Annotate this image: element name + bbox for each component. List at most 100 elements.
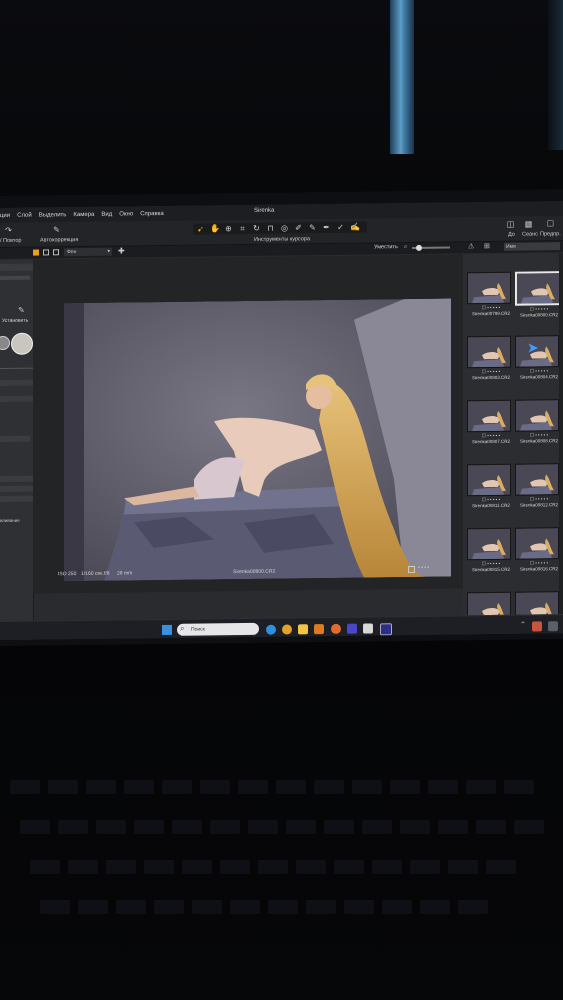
menu-item-layer[interactable]: Слой (17, 212, 32, 218)
browser-thumbnail-item[interactable]: ☐ • • • • • Sirenka00808.CR2 (515, 399, 563, 444)
browser-thumbnail-item[interactable]: ☐ • • • • • Sirenka00800.CR2 (515, 271, 563, 318)
thumbnail-image[interactable] (467, 399, 511, 433)
taskbar-search-input[interactable]: Поиск (177, 622, 259, 636)
capture-one-icon[interactable] (331, 623, 341, 634)
auto-adjust-icon[interactable]: ✎ (52, 225, 61, 234)
hand-tool-icon[interactable]: ✋ (210, 224, 220, 233)
eraser-tool-icon[interactable]: ✎ (308, 223, 317, 232)
warning-icon: ⚠ (468, 243, 475, 251)
cursor-tools-group: ➹ ✋ ⊕ ⌗ ↻ ⊓ ◎ ✐ ✎ ✒ ✓ ✍ (193, 221, 367, 235)
picker-tool-icon[interactable]: ✓ (336, 223, 345, 232)
menu-item-help[interactable]: Справка (140, 210, 164, 216)
cursor-tools-label: Инструменты курсора (254, 236, 311, 243)
thumbnail-image[interactable] (467, 463, 511, 497)
focal-length-value: 28 mm (117, 570, 133, 577)
browser-thumbnail-item[interactable]: ☐ • • • • • Sirenka00811.CR2 (467, 463, 515, 509)
panel-row (0, 379, 33, 386)
thumbnail-caption: Sirenka00799.CR2 (471, 310, 511, 317)
thumbnail-caption: Sirenka00812.CR2 (519, 502, 559, 508)
auto-adjust-label: Автокоррекция (40, 237, 79, 244)
thumbnail-image[interactable] (515, 399, 559, 432)
chrome-icon[interactable] (282, 624, 292, 635)
dropdown[interactable] (0, 435, 30, 442)
session-label: Сеанс (522, 231, 538, 238)
thumbnail-caption: Sirenka00807.CR2 (471, 438, 511, 445)
zoom-fit-label[interactable]: Уместить (374, 244, 398, 250)
spot-tool-icon[interactable]: ◎ (280, 223, 289, 232)
browser-thumbnail-item[interactable]: ☐ • • • • • Sirenka00804.CR2 (515, 335, 563, 380)
grid-view-icon[interactable] (33, 249, 39, 256)
star-rating[interactable]: • • • • (418, 565, 429, 571)
menu-item-functions[interactable]: ции (0, 212, 10, 218)
panel-row (0, 275, 30, 280)
add-layer-icon[interactable]: ✚ (118, 246, 125, 255)
zoom-slider-handle[interactable] (416, 244, 422, 251)
keystone-tool-icon[interactable]: ⊓ (266, 224, 275, 233)
thumbnail-image[interactable] (467, 527, 511, 561)
grid-overlay-icon[interactable]: ⊞ (484, 242, 490, 250)
menu-item-view[interactable]: Вид (101, 211, 112, 217)
app-icon[interactable] (363, 623, 373, 634)
start-icon[interactable] (162, 624, 172, 636)
thumbnail-caption: Sirenka00808.CR2 (519, 438, 559, 444)
layer-select[interactable]: Фон ▾ (64, 247, 112, 257)
browser-thumbnail-item[interactable]: ☐ • • • • • Sirenka00807.CR2 (467, 399, 515, 445)
thumbnail-caption: Sirenka00811.CR2 (472, 502, 510, 509)
panel-row (0, 395, 33, 402)
color-swatch-small[interactable] (0, 335, 10, 351)
before-label: До (508, 231, 515, 238)
rotate-tool-icon[interactable]: ↻ (252, 224, 261, 233)
zoom-icon[interactable]: ⌕ (404, 244, 407, 251)
compare-view-icon[interactable] (53, 249, 59, 256)
thumbnail-caption: Sirenka00803.CR2 (471, 374, 511, 381)
brush-tool-icon[interactable]: ✐ (294, 223, 303, 232)
thumbnail-image[interactable] (515, 271, 561, 306)
browser-thumbnail-item[interactable]: ☐ • • • • • Sirenka00803.CR2 (467, 335, 515, 381)
install-label[interactable]: Установить (2, 318, 28, 324)
browser-thumbnail-item[interactable]: ☐ • • • • • Sirenka00799.CR2 (467, 271, 515, 317)
annotation-tool-icon[interactable]: ✍ (350, 223, 360, 232)
photo-image (64, 298, 451, 582)
keyboard-reflection (10, 780, 544, 914)
app-icon[interactable] (314, 624, 324, 635)
tray-chevron-icon[interactable]: ⌃ (520, 621, 526, 629)
active-app-icon[interactable] (380, 623, 392, 636)
preview-label: Предпр. (540, 231, 561, 238)
gradient-tool-icon[interactable]: ✒ (322, 223, 331, 232)
monitor-screen: ции Слой Выделить Камера Вид Окно Справк… (0, 201, 563, 640)
thumbnail-image[interactable] (515, 527, 559, 560)
divider (0, 367, 33, 369)
name-sort-field[interactable]: Имя (504, 242, 560, 251)
thumbnail-image[interactable] (467, 335, 511, 369)
tray-icon[interactable] (532, 621, 542, 632)
browser-thumbnail-item[interactable]: ☐ • • • • • Sirenka00815.CR2 (467, 527, 515, 573)
menu-item-select[interactable]: Выделить (39, 212, 67, 218)
iso-value: ISO 250 (58, 571, 77, 578)
panel-header (0, 263, 33, 271)
color-swatch-large[interactable] (11, 332, 33, 355)
grid-icon[interactable]: ▦ (524, 219, 533, 228)
explorer-icon[interactable] (298, 624, 308, 635)
thumbnail-image[interactable] (515, 463, 559, 496)
browser-thumbnail-item[interactable]: ☐ • • • • • Sirenka00812.CR2 (515, 463, 563, 508)
browser-scrollbar[interactable] (559, 253, 563, 634)
redo-icon[interactable]: ↷ (4, 226, 13, 235)
menu-item-camera[interactable]: Камера (73, 211, 94, 217)
zoom-tool-icon[interactable]: ⊕ (224, 224, 233, 233)
rating-checkbox[interactable] (408, 565, 415, 574)
single-view-icon[interactable] (43, 249, 49, 256)
menu-item-window[interactable]: Окно (119, 211, 133, 217)
redo-label: / Повтор (0, 237, 22, 244)
picker-icon[interactable]: ✎ (18, 306, 25, 315)
pointer-tool-icon[interactable]: ➹ (196, 224, 205, 234)
thumbnail-caption: Sirenka00816.CR2 (519, 566, 559, 572)
photo-preview[interactable] (64, 298, 451, 582)
tray-icon[interactable] (548, 621, 558, 632)
telegram-icon[interactable] (266, 624, 276, 635)
preview-icon[interactable]: ☐ (546, 219, 555, 228)
thumbnail-image[interactable] (467, 271, 511, 305)
crop-tool-icon[interactable]: ⌗ (238, 224, 247, 233)
browser-thumbnail-item[interactable]: ☐ • • • • • Sirenka00816.CR2 (515, 527, 563, 572)
v-app-icon[interactable] (347, 623, 357, 634)
before-after-icon[interactable]: ◫ (506, 220, 515, 229)
